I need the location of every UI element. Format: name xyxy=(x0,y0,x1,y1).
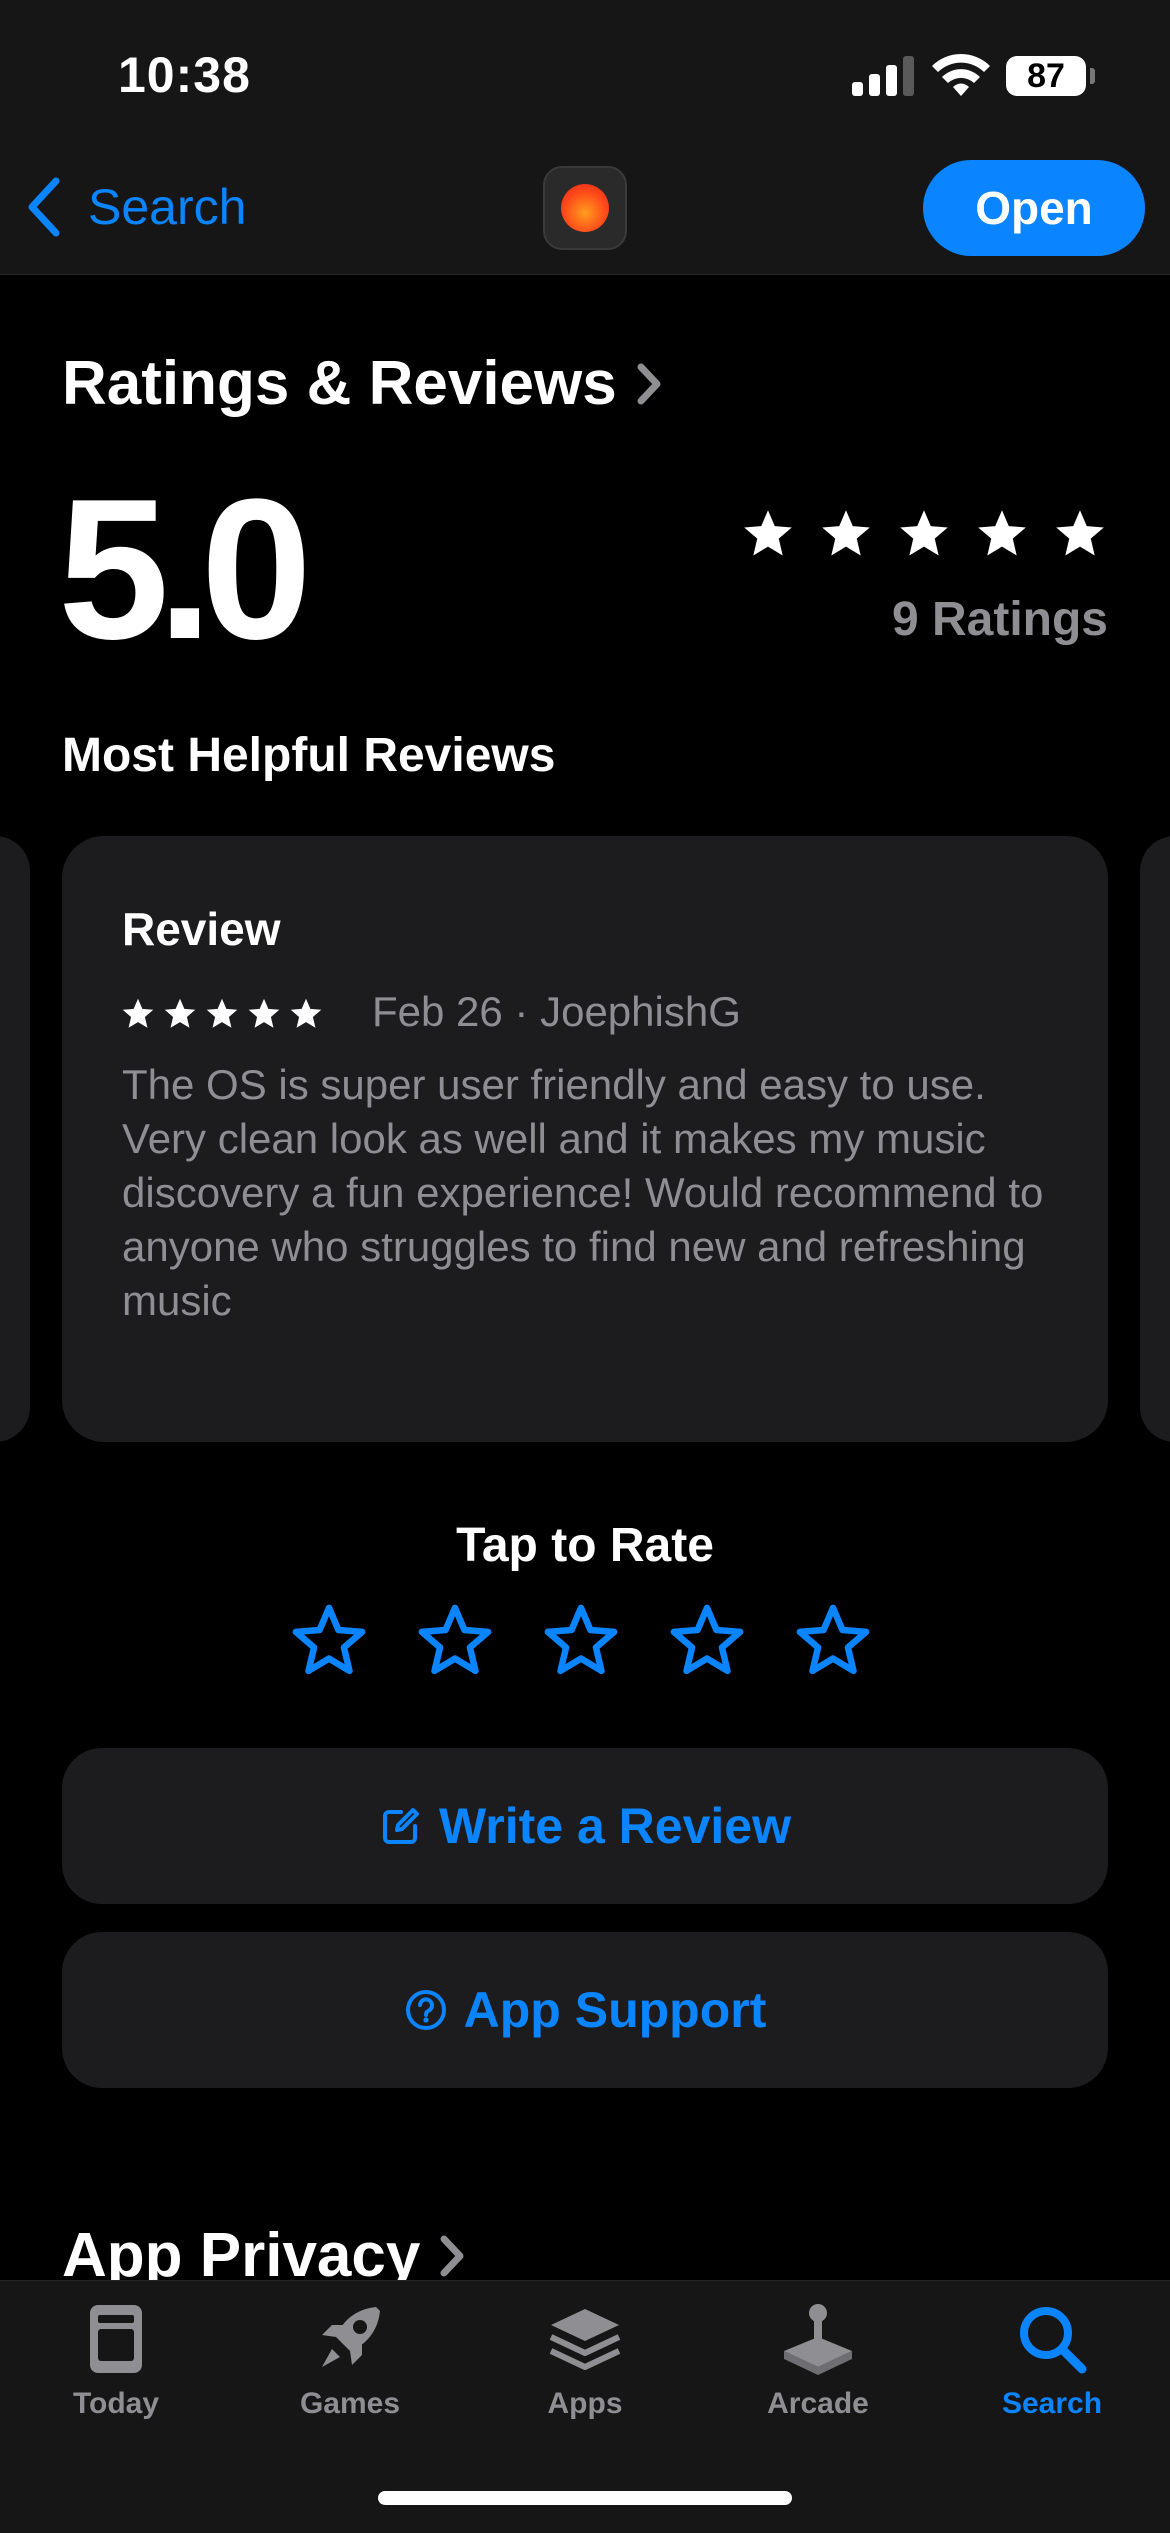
status-bar: 10:38 87 xyxy=(0,0,1170,150)
today-icon xyxy=(90,2305,142,2373)
status-time: 10:38 xyxy=(118,47,251,103)
tab-apps[interactable]: Apps xyxy=(485,2299,685,2421)
star-filled-icon xyxy=(164,998,196,1028)
rocket-icon xyxy=(322,2307,380,2367)
rating-stars xyxy=(740,506,1108,562)
apps-stack-icon xyxy=(549,2309,621,2370)
joystick-icon xyxy=(784,2304,852,2375)
tab-apps-label: Apps xyxy=(547,2387,623,2420)
app-icon xyxy=(543,166,627,250)
star-filled-icon xyxy=(1056,510,1104,556)
home-indicator[interactable] xyxy=(378,2491,792,2505)
tab-arcade-label: Arcade xyxy=(767,2387,869,2420)
compose-icon xyxy=(382,1808,419,1844)
tab-today-label: Today xyxy=(72,2387,160,2420)
back-button[interactable]: Search xyxy=(26,174,246,240)
tab-games[interactable]: Games xyxy=(250,2299,450,2421)
star-filled-icon xyxy=(290,998,322,1028)
tab-games-label: Games xyxy=(299,2387,401,2420)
star-filled-icon xyxy=(122,998,154,1028)
average-rating: 5.0 xyxy=(58,458,312,681)
most-helpful-heading: Most Helpful Reviews xyxy=(62,729,556,782)
ratings-reviews-header[interactable]: Ratings & Reviews xyxy=(62,348,663,419)
app-support-label: App Support xyxy=(463,1982,767,2038)
star-outline-icon[interactable] xyxy=(668,1602,746,1680)
star-filled-icon xyxy=(248,998,280,1028)
star-filled-icon xyxy=(900,510,948,556)
battery-icon: 87 xyxy=(1006,56,1086,96)
question-circle-icon xyxy=(405,1990,446,2030)
write-review-button[interactable]: Write a Review xyxy=(62,1748,1108,1904)
star-filled-icon xyxy=(822,510,870,556)
open-button[interactable]: Open xyxy=(923,160,1145,256)
star-outline-icon[interactable] xyxy=(416,1602,494,1680)
tab-today[interactable]: Today xyxy=(16,2299,216,2421)
review-body: The OS is super user friendly and easy t… xyxy=(122,1061,1044,1324)
tab-bar: Today Games Apps Arcade Search xyxy=(0,2280,1170,2533)
tap-to-rate-label: Tap to Rate xyxy=(456,1519,714,1572)
star-outline-icon[interactable] xyxy=(542,1602,620,1680)
tab-search[interactable]: Search xyxy=(952,2299,1152,2421)
cellular-signal-icon xyxy=(852,56,916,96)
review-meta: Feb 26 · JoephishG xyxy=(372,988,741,1035)
previous-review-card[interactable] xyxy=(0,836,30,1442)
ratings-reviews-title: Ratings & Reviews xyxy=(62,349,617,418)
star-filled-icon xyxy=(744,510,792,556)
star-outline-icon[interactable] xyxy=(290,1602,368,1680)
app-support-button[interactable]: App Support xyxy=(62,1932,1108,2088)
wifi-icon xyxy=(932,53,990,96)
review-card[interactable]: Review Feb 26 · JoephishG The OS is supe… xyxy=(62,836,1108,1442)
chevron-left-icon xyxy=(28,177,60,237)
navigation-bar: Search Open xyxy=(0,150,1170,275)
star-outline-icon[interactable] xyxy=(794,1602,872,1680)
ratings-count: 9 Ratings xyxy=(891,593,1108,646)
back-button-label: Search xyxy=(88,179,247,235)
search-icon xyxy=(1020,2307,1087,2374)
tap-to-rate-stars xyxy=(290,1602,872,1680)
chevron-right-icon xyxy=(637,363,661,404)
battery-level: 87 xyxy=(1027,57,1065,95)
battery-tip xyxy=(1090,68,1095,84)
chevron-right-icon xyxy=(440,2235,464,2276)
star-filled-icon xyxy=(978,510,1026,556)
tab-search-label: Search xyxy=(1001,2387,1103,2420)
write-review-label: Write a Review xyxy=(438,1798,791,1854)
review-stars xyxy=(120,996,324,1032)
star-filled-icon xyxy=(206,998,238,1028)
next-review-card[interactable] xyxy=(1140,836,1170,1442)
tab-arcade[interactable]: Arcade xyxy=(718,2299,918,2421)
review-title: Review xyxy=(122,903,281,955)
